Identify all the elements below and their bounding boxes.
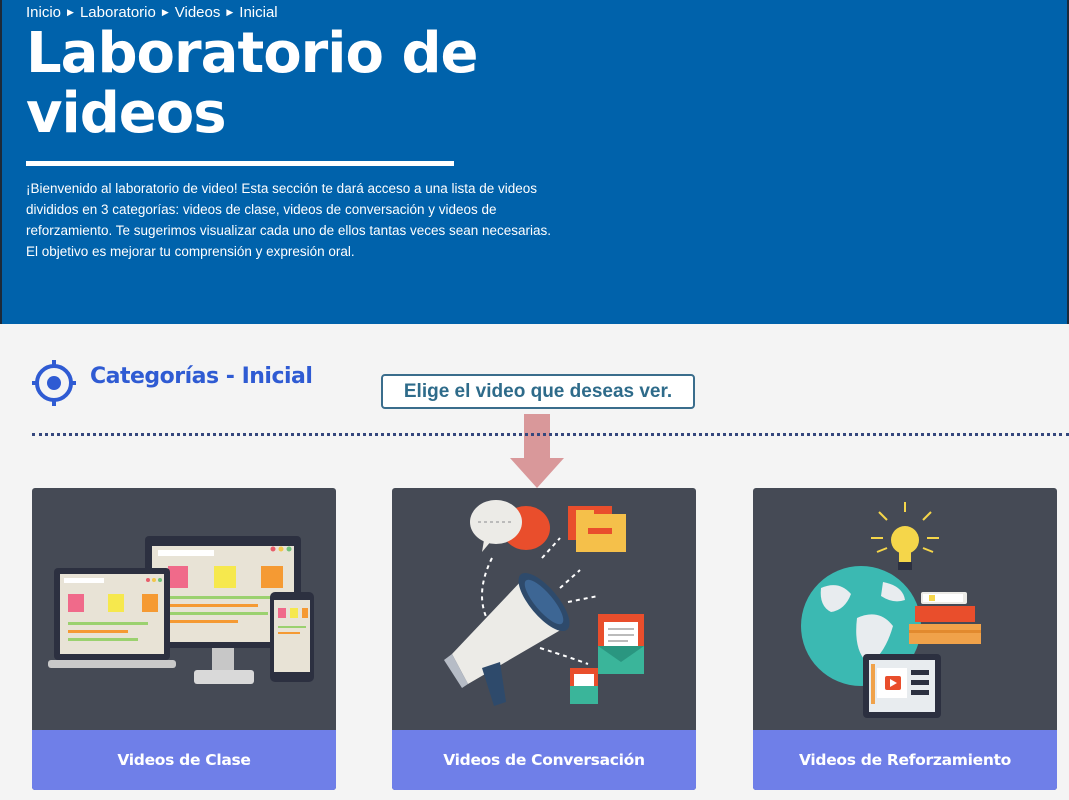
categories-header: Categorías - Inicial (32, 358, 313, 408)
instruction-callout: Elige el video que deseas ver. (381, 374, 695, 409)
hero-banner: Inicio ▶ Laboratorio ▶ Videos ▶ Inicial … (0, 0, 1069, 324)
breadcrumb: Inicio ▶ Laboratorio ▶ Videos ▶ Inicial (26, 4, 278, 21)
breadcrumb-inicio[interactable]: Inicio (26, 4, 61, 21)
card-label: Videos de Clase (32, 730, 336, 790)
card-videos-de-clase[interactable]: Videos de Clase (32, 488, 336, 790)
section-divider (32, 433, 1069, 436)
breadcrumb-current: Inicial (239, 4, 278, 21)
card-videos-de-reforzamiento[interactable]: Videos de Reforzamiento (753, 488, 1057, 790)
breadcrumb-laboratorio[interactable]: Laboratorio (80, 4, 156, 21)
card-label: Videos de Reforzamiento (753, 730, 1057, 790)
target-icon (32, 360, 76, 406)
card-label: Videos de Conversación (392, 730, 696, 790)
megaphone-illustration (444, 500, 644, 706)
chevron-right-icon: ▶ (161, 7, 169, 17)
chevron-right-icon: ▶ (67, 7, 74, 17)
title-underline (26, 161, 454, 166)
card-videos-de-conversacion[interactable]: Videos de Conversación (392, 488, 696, 790)
categories-title: Categorías - Inicial (90, 363, 313, 389)
arrow-down-icon (510, 414, 564, 488)
globe-books-illustration (801, 502, 981, 718)
page-title: Laboratorio de videos (26, 21, 479, 146)
chevron-right-icon: ▶ (226, 7, 234, 17)
intro-text: ¡Bienvenido al laboratorio de video! Est… (26, 181, 552, 259)
devices-illustration (48, 536, 314, 684)
breadcrumb-videos[interactable]: Videos (175, 4, 221, 21)
